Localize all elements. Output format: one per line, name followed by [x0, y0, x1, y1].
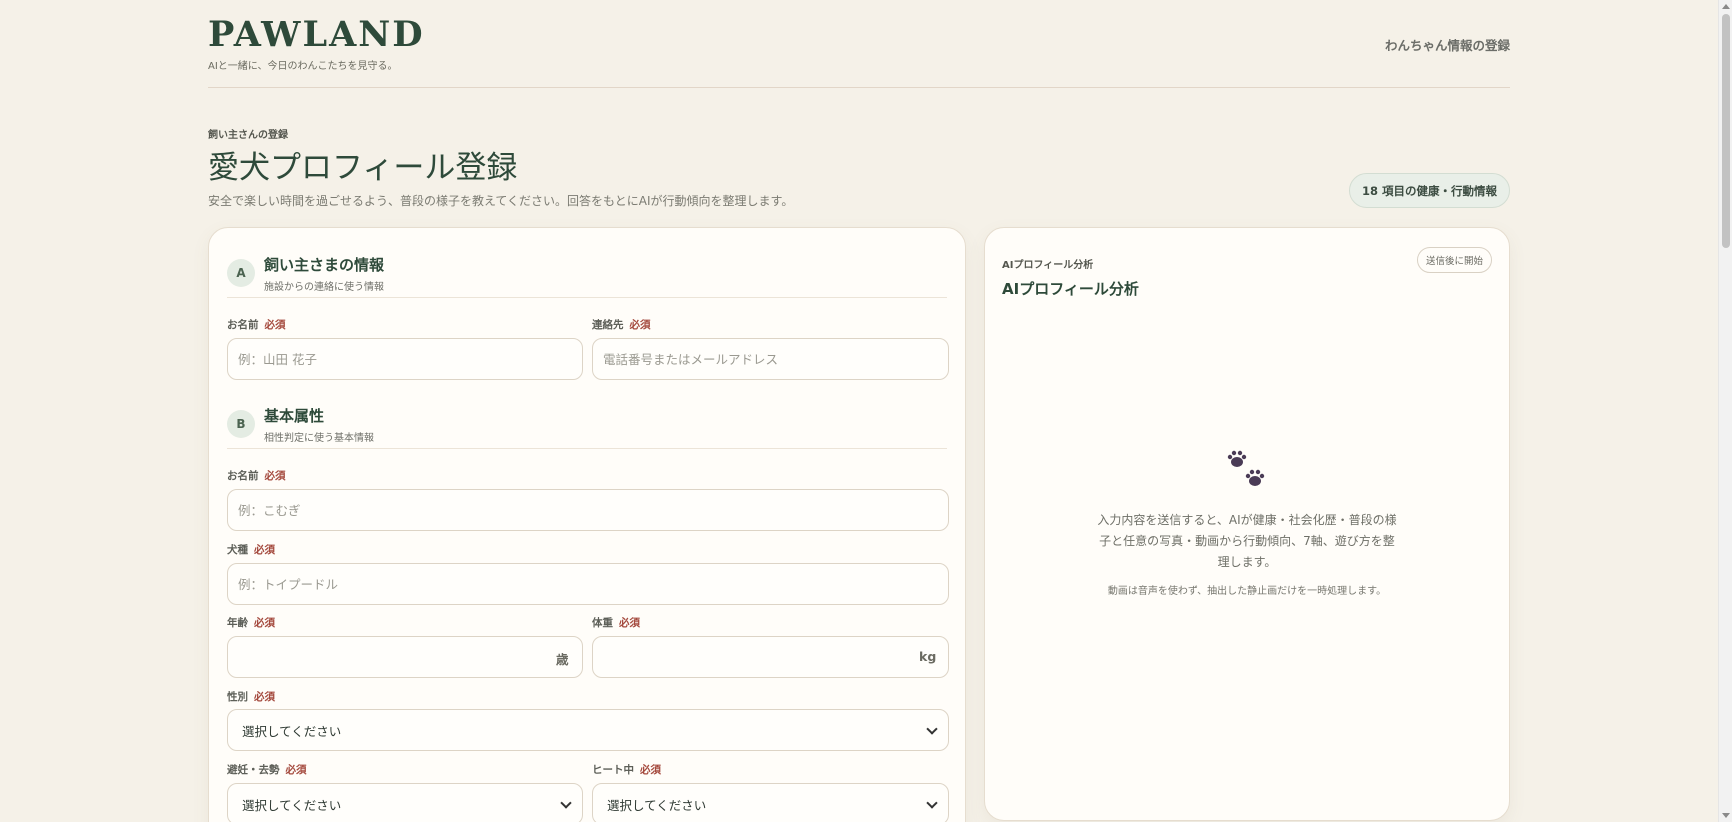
age-label: 年齢 必須	[227, 615, 275, 630]
required-mark: 必須	[254, 544, 275, 556]
ai-panel-message: 入力内容を送信すると、AIが健康・社会化歴・普段の様子と任意の写真・動画から行動…	[1097, 513, 1397, 569]
heat-select-value: 選択してください	[607, 797, 707, 813]
chevron-down-icon	[926, 797, 938, 809]
ai-panel-note: 動画は音声を使わず、抽出した静止画だけを一時処理します。	[1107, 586, 1387, 597]
registration-form-card: A 飼い主さまの情報 施設からの連絡に使う情報 お名前必須 連絡先必須 B 基本…	[208, 227, 966, 822]
chevron-down-icon	[560, 797, 572, 809]
heat-label-text: ヒート中	[592, 764, 634, 776]
weight-unit: kg	[919, 649, 937, 664]
owner-name-label-text: お名前	[227, 319, 259, 331]
age-input[interactable]	[227, 636, 583, 678]
scroll-up-arrow-icon[interactable]	[1722, 4, 1730, 9]
required-mark: 必須	[629, 319, 651, 331]
sex-label: 性別 必須	[227, 689, 275, 704]
heat-select[interactable]: 選択してください	[592, 783, 949, 822]
page: PAWLAND AIと一緒に、今日のわんこたちを見守る。 わんちゃん情報の登録 …	[208, 0, 1510, 822]
dog-name-input[interactable]	[227, 489, 949, 531]
page-title: 愛犬プロフィール登録	[208, 150, 518, 186]
required-mark: 必須	[619, 617, 640, 629]
scroll-thumb[interactable]	[1722, 14, 1730, 248]
breed-input[interactable]	[227, 563, 949, 605]
scroll-down-arrow-icon[interactable]	[1722, 813, 1730, 818]
weight-label: 体重 必須	[592, 615, 640, 630]
site-logo[interactable]: PAWLAND	[208, 14, 425, 55]
ai-panel-eyebrow: AIプロフィール分析	[1002, 260, 1094, 271]
section-title: 基本属性	[264, 407, 325, 425]
section-basic-header: B 基本属性 相性判定に使う基本情報	[227, 397, 947, 449]
dog-name-label-text: お名前	[227, 470, 259, 482]
age-label-text: 年齢	[227, 617, 248, 629]
section-letter-badge: B	[227, 410, 255, 438]
nav-link-dog-registration[interactable]: わんちゃん情報の登録	[1385, 35, 1510, 54]
section-letter-badge: A	[227, 259, 255, 287]
owner-contact-label-text: 連絡先	[592, 319, 624, 331]
sex-label-text: 性別	[227, 691, 248, 703]
neuter-select[interactable]: 選択してください	[227, 783, 583, 822]
weight-label-text: 体重	[592, 617, 613, 629]
owner-name-label: お名前 必須	[227, 317, 286, 332]
required-mark: 必須	[254, 617, 275, 629]
section-subtitle: 施設からの連絡に使う情報	[264, 282, 384, 293]
required-mark: 必須	[254, 691, 275, 703]
page-description: 安全で楽しい時間を過ごせるよう、普段の様子を教えてください。回答をもとにAIが行…	[208, 194, 794, 208]
age-unit: 歳	[556, 652, 569, 667]
section-subtitle: 相性判定に使う基本情報	[264, 433, 374, 444]
section-owner-header: A 飼い主さまの情報 施設からの連絡に使う情報	[227, 246, 947, 298]
ai-panel-title: AIプロフィール分析	[1002, 280, 1139, 298]
page-scrollbar[interactable]	[1718, 0, 1732, 822]
item-count-badge: 18 項目の健康・行動情報	[1348, 173, 1510, 208]
neuter-select-value: 選択してください	[242, 797, 342, 813]
weight-input[interactable]	[592, 636, 949, 678]
site-tagline: AIと一緒に、今日のわんこたちを見守る。	[208, 61, 398, 72]
chevron-down-icon	[926, 723, 938, 735]
required-mark: 必須	[640, 764, 661, 776]
owner-name-input[interactable]	[227, 338, 583, 380]
dog-name-label: お名前 必須	[227, 468, 286, 483]
owner-contact-input[interactable]	[592, 338, 949, 380]
page-eyebrow: 飼い主さんの登録	[208, 130, 288, 141]
sex-select-value: 選択してください	[242, 723, 342, 739]
section-title: 飼い主さまの情報	[264, 256, 385, 274]
ai-profile-panel: AIプロフィール分析 AIプロフィール分析 送信後に開始 入力内容を送信すると、…	[984, 227, 1510, 821]
neuter-label-text: 避妊・去勢	[227, 764, 280, 776]
sex-select[interactable]: 選択してください	[227, 709, 949, 751]
ai-status-badge: 送信後に開始	[1416, 247, 1492, 273]
breed-label-text: 犬種	[227, 544, 248, 556]
site-header: PAWLAND AIと一緒に、今日のわんこたちを見守る。 わんちゃん情報の登録	[208, 0, 1510, 88]
heat-label: ヒート中 必須	[592, 762, 661, 777]
owner-contact-label: 連絡先 必須	[592, 317, 651, 332]
breed-label: 犬種 必須	[227, 542, 275, 557]
neuter-label: 避妊・去勢 必須	[227, 762, 307, 777]
required-mark: 必須	[285, 764, 307, 776]
required-mark: 必須	[264, 319, 286, 331]
required-mark: 必須	[264, 470, 286, 482]
paw-icon	[1227, 450, 1265, 486]
